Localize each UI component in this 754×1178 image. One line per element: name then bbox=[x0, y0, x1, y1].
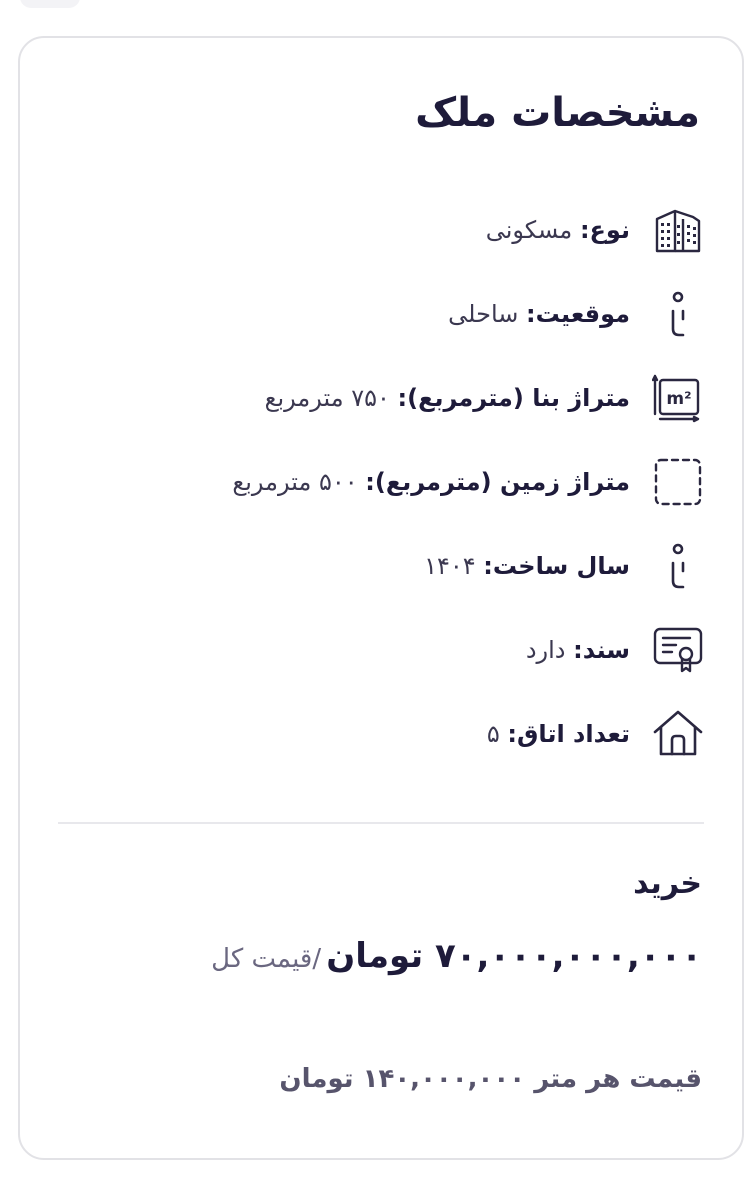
certificate-icon bbox=[652, 624, 704, 676]
spec-row-rooms: تعداد اتاق: ۵ bbox=[64, 692, 704, 776]
spec-value: مسکونی bbox=[485, 216, 573, 244]
previous-card-edge bbox=[20, 0, 80, 8]
location-pin-icon bbox=[652, 288, 704, 340]
spec-text: سال ساخت: ۱۴۰۴ bbox=[424, 552, 630, 580]
spec-row-location: موقعیت: ساحلی bbox=[64, 272, 704, 356]
spec-label: نوع: bbox=[579, 216, 630, 244]
svg-text:m²: m² bbox=[666, 389, 691, 409]
deal-type: خرید bbox=[633, 866, 702, 901]
spec-value: دارد bbox=[525, 636, 566, 664]
spec-label: تعداد اتاق: bbox=[507, 720, 630, 748]
spec-label: سند: bbox=[573, 636, 630, 664]
spec-value: ۷۵۰ مترمربع bbox=[264, 384, 390, 412]
spec-text: سند: دارد bbox=[526, 636, 630, 664]
spec-label: متراژ بنا (مترمربع): bbox=[397, 384, 630, 412]
spec-row-building-area: m² متراژ بنا (مترمربع): ۷۵۰ مترمربع bbox=[64, 356, 704, 440]
spec-label: موقعیت: bbox=[526, 300, 630, 328]
location-pin-icon bbox=[652, 540, 704, 592]
card-title: مشخصات ملک bbox=[415, 90, 700, 136]
spec-list: نوع: مسکونی موقعیت: ساحلی m² متراژ بنا (… bbox=[64, 188, 704, 776]
price-suffix: /قیمت کل bbox=[211, 944, 322, 974]
land-area-icon bbox=[652, 456, 704, 508]
spec-value: ۵ bbox=[486, 720, 500, 748]
spec-text: موقعیت: ساحلی bbox=[448, 300, 630, 328]
spec-label: سال ساخت: bbox=[483, 552, 630, 580]
spec-row-build-year: سال ساخت: ۱۴۰۴ bbox=[64, 524, 704, 608]
price-per-meter: قیمت هر متر ۱۴۰,۰۰۰,۰۰۰ تومان bbox=[279, 1064, 702, 1094]
spec-text: تعداد اتاق: ۵ bbox=[487, 720, 630, 748]
spec-row-land-area: متراژ زمین (مترمربع): ۵۰۰ مترمربع bbox=[64, 440, 704, 524]
price-amount: ۷۰,۰۰۰,۰۰۰,۰۰۰ تومان bbox=[326, 936, 702, 976]
area-m2-icon: m² bbox=[652, 372, 704, 424]
building-icon bbox=[652, 204, 704, 256]
spec-row-type: نوع: مسکونی bbox=[64, 188, 704, 272]
spec-text: متراژ زمین (مترمربع): ۵۰۰ مترمربع bbox=[232, 468, 630, 496]
spec-text: متراژ بنا (مترمربع): ۷۵۰ مترمربع bbox=[265, 384, 630, 412]
spec-text: نوع: مسکونی bbox=[486, 216, 630, 244]
total-price: ۷۰,۰۰۰,۰۰۰,۰۰۰ تومان /قیمت کل bbox=[211, 936, 702, 976]
property-specs-card: مشخصات ملک نوع: مسکونی موقعیت: ساحلی m² … bbox=[18, 36, 744, 1160]
section-divider bbox=[58, 822, 704, 824]
spec-value: ۵۰۰ مترمربع bbox=[232, 468, 358, 496]
spec-value: ۱۴۰۴ bbox=[424, 552, 476, 580]
spec-row-deed: سند: دارد bbox=[64, 608, 704, 692]
spec-value: ساحلی bbox=[448, 300, 519, 328]
house-icon bbox=[652, 708, 704, 760]
spec-label: متراژ زمین (مترمربع): bbox=[365, 468, 630, 496]
